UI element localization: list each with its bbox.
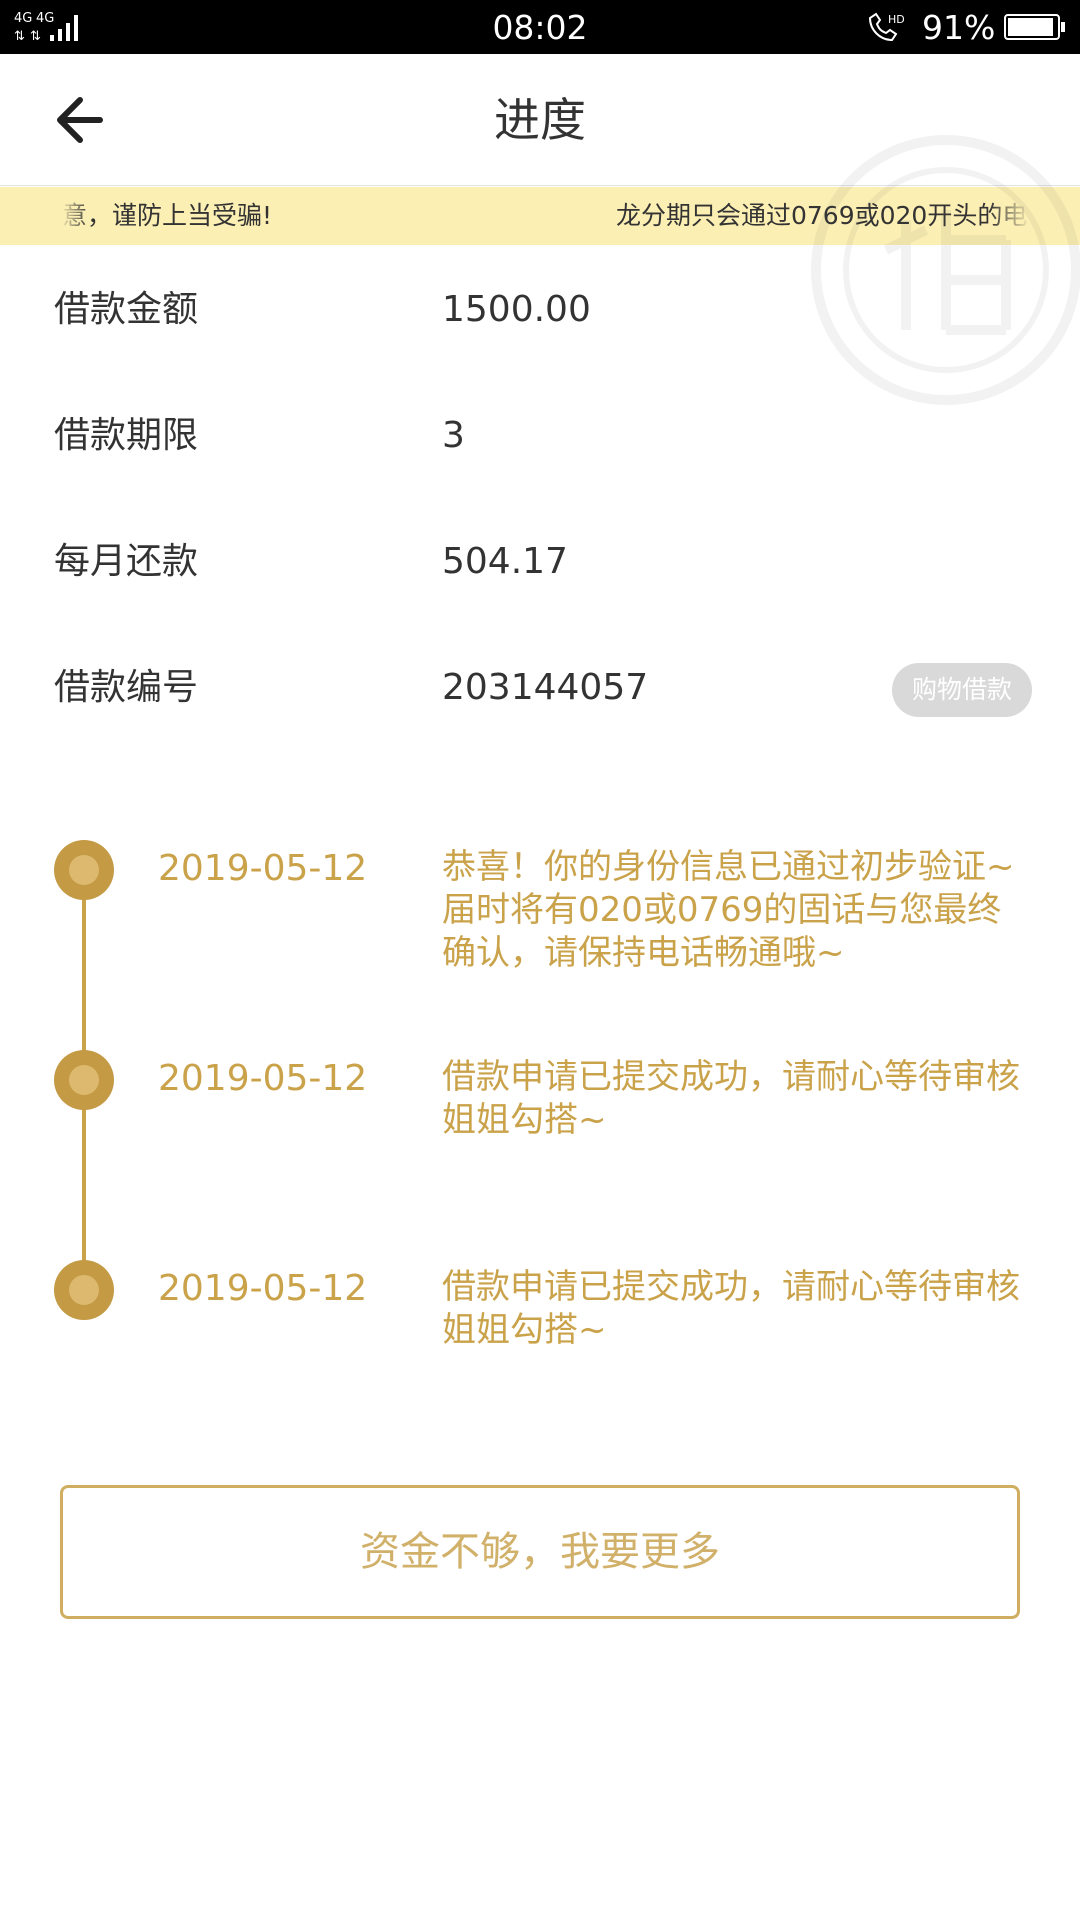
info-row-monthly-payment: 每月还款 504.17 (0, 517, 1080, 607)
info-label: 每月还款 (54, 541, 199, 582)
info-value: 1500.00 (442, 289, 591, 330)
info-row-amount: 借款金额 1500.00 (0, 265, 1080, 355)
svg-text:HD: HD (888, 13, 905, 26)
info-row-loan-number: 借款编号 203144057 购物借款 (0, 643, 1080, 733)
clock: 08:02 (492, 8, 588, 47)
info-value: 3 (442, 415, 465, 456)
request-more-funds-button[interactable]: 资金不够，我要更多 (60, 1485, 1020, 1619)
timeline-text: 恭喜！你的身份信息已通过初步验证~届时将有020或0769的固话与您最终确认，请… (442, 847, 1015, 973)
loan-type-badge: 购物借款 (892, 663, 1032, 717)
timeline-date: 2019-05-12 (158, 1058, 368, 1099)
battery-percent: 91% (922, 8, 996, 47)
info-value: 504.17 (442, 541, 568, 582)
info-label: 借款期限 (54, 415, 199, 456)
timeline-dot (54, 1260, 114, 1320)
timeline-date: 2019-05-12 (158, 848, 368, 889)
battery-icon (1004, 14, 1065, 40)
timeline-date: 2019-05-12 (158, 1268, 368, 1309)
info-label: 借款金额 (54, 289, 199, 330)
timeline-dot (54, 1050, 114, 1110)
status-bar: 4G 4G ⇅ ⇅ 08:02 HD 91% (0, 0, 1080, 54)
notice-text-left: 意，谨防上当受骗! (62, 201, 273, 230)
timeline-dot (54, 840, 114, 900)
timeline-text: 借款申请已提交成功，请耐心等待审核姐姐勾搭~ (442, 1267, 1020, 1350)
progress-screen: 4G 4G ⇅ ⇅ 08:02 HD 91% 进度 意，谨防上当受骗! 龙分期只… (0, 0, 1080, 1920)
info-value: 203144057 (442, 667, 649, 708)
timeline-text: 借款申请已提交成功，请耐心等待审核姐姐勾搭~ (442, 1057, 1020, 1140)
notice-fade-left (60, 187, 90, 245)
info-label: 借款编号 (54, 667, 199, 708)
info-row-term: 借款期限 3 (0, 391, 1080, 481)
hd-call-icon: HD (868, 12, 905, 42)
